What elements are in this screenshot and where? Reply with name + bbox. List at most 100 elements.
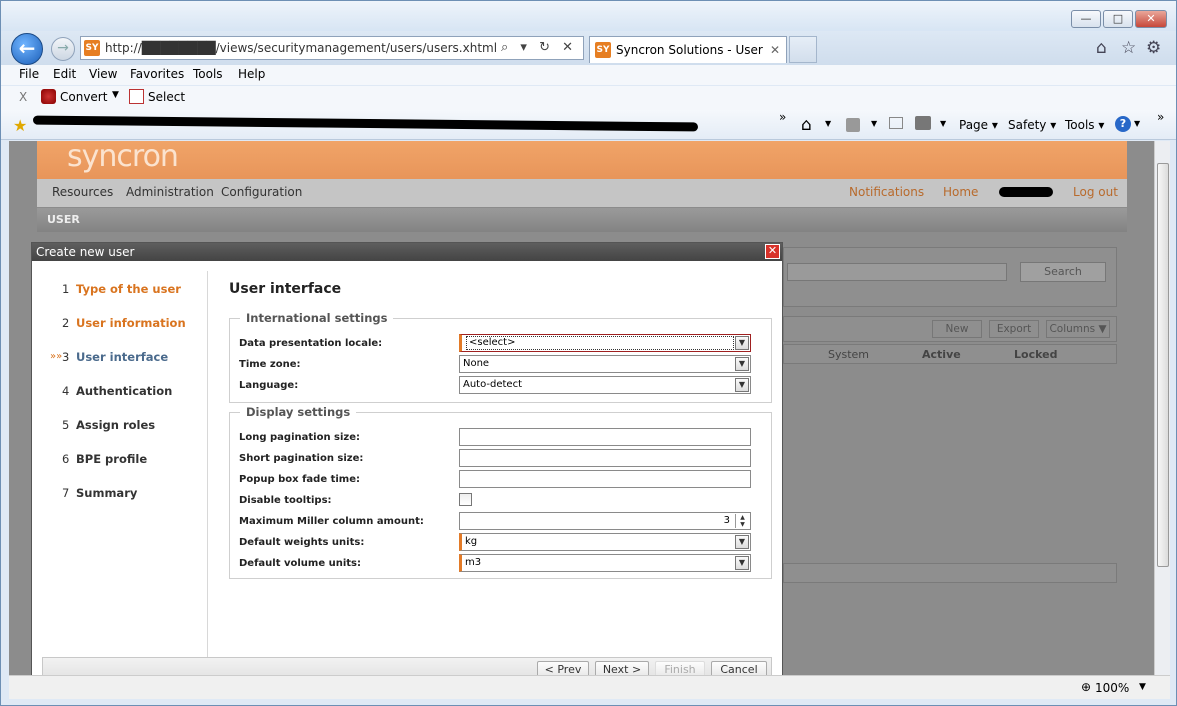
tab-close-icon[interactable]: ✕ — [770, 37, 780, 63]
chevron-icon[interactable]: » — [779, 110, 786, 124]
weight-select[interactable]: kg ▼ — [459, 533, 751, 551]
help-icon[interactable]: ? — [1115, 116, 1131, 132]
language-value: Auto-detect — [463, 379, 523, 390]
columns-button[interactable]: Columns ▼ — [1046, 320, 1110, 338]
home-toolbar-icon[interactable]: ⌂ — [801, 115, 812, 135]
mail-icon[interactable] — [889, 117, 903, 129]
menu-tools[interactable]: Tools — [193, 67, 223, 81]
menu-view[interactable]: View — [89, 67, 117, 81]
long-pagination-input[interactable] — [459, 428, 751, 446]
fade-time-row: Popup box fade time: — [230, 470, 771, 490]
address-bar[interactable]: SY http://████████/views/securitymanagem… — [80, 36, 584, 60]
safety-menu[interactable]: Safety ▾ — [1008, 118, 1056, 132]
chevron-down-icon[interactable]: ▼ — [735, 535, 749, 549]
col-locked[interactable]: Locked — [1014, 348, 1057, 361]
weight-label: Default weights units: — [239, 537, 365, 548]
nav-administration[interactable]: Administration — [126, 185, 214, 199]
print-dropdown-icon[interactable]: ▼ — [940, 119, 946, 128]
convert-dropdown-icon[interactable]: ▼ — [112, 90, 119, 100]
close-toolbar-icon[interactable]: X — [19, 90, 27, 104]
new-button[interactable]: New — [932, 320, 982, 338]
vertical-scrollbar[interactable] — [1154, 141, 1170, 675]
export-button[interactable]: Export — [989, 320, 1039, 338]
search-button[interactable]: Search — [1020, 262, 1106, 282]
forward-icon[interactable]: → — [51, 37, 75, 61]
nav-configuration[interactable]: Configuration — [221, 185, 302, 199]
search-panel: Search — [783, 247, 1117, 307]
section-title: USER — [47, 213, 80, 226]
miller-stepper[interactable]: 3 ▲ ▼ — [459, 512, 751, 530]
menu-favorites[interactable]: Favorites — [130, 67, 184, 81]
rss-icon[interactable] — [846, 118, 860, 132]
weight-row: Default weights units: kg ▼ — [230, 533, 771, 553]
volume-select[interactable]: m3 ▼ — [459, 554, 751, 572]
convert-button[interactable]: Convert — [60, 90, 107, 104]
tools-menu[interactable]: Tools ▾ — [1065, 118, 1104, 132]
help-dropdown-icon[interactable]: ▼ — [1134, 119, 1140, 128]
step-number: 7 — [62, 486, 70, 500]
chevron-right-icon[interactable]: » — [1157, 110, 1164, 124]
menu-help[interactable]: Help — [238, 67, 265, 81]
address-tools-icons[interactable]: ⌕ ▾ ↻ ✕ — [501, 37, 577, 59]
col-system[interactable]: System — [828, 348, 869, 361]
zoom-level[interactable]: 100% — [1095, 681, 1129, 695]
menu-edit[interactable]: Edit — [53, 67, 76, 81]
home-dropdown-icon[interactable]: ▼ — [825, 119, 831, 128]
zoom-icon: ⊕ — [1081, 680, 1092, 694]
nav-resources[interactable]: Resources — [52, 185, 113, 199]
tools-menu-label: Tools — [1065, 118, 1095, 132]
step-authentication[interactable]: 4 Authentication — [32, 381, 208, 401]
timezone-select[interactable]: None ▼ — [459, 355, 751, 373]
zoom-dropdown-icon[interactable]: ▼ — [1139, 682, 1146, 692]
dialog-close-icon[interactable]: ✕ — [765, 244, 780, 259]
step-assign-roles[interactable]: 5 Assign roles — [32, 415, 208, 435]
step-number: 4 — [62, 384, 70, 398]
notifications-link[interactable]: Notifications — [849, 185, 924, 199]
menu-file[interactable]: File — [19, 67, 39, 81]
disable-tooltips-checkbox[interactable] — [459, 493, 472, 506]
logout-link[interactable]: Log out — [1073, 185, 1118, 199]
step-label: Authentication — [76, 384, 173, 398]
weight-value: kg — [465, 536, 478, 547]
select-button[interactable]: Select — [148, 90, 185, 104]
step-type-of-user[interactable]: 1 Type of the user — [32, 279, 208, 299]
new-tab-button[interactable] — [789, 36, 817, 63]
long-pagination-row: Long pagination size: — [230, 428, 771, 448]
chevron-down-icon[interactable]: ▼ — [735, 357, 749, 371]
minimize-button[interactable]: — — [1071, 10, 1101, 28]
favorites-star-icon[interactable]: ☆ — [1121, 38, 1136, 58]
short-pagination-input[interactable] — [459, 449, 751, 467]
chevron-down-icon[interactable]: ▼ — [735, 556, 749, 570]
back-icon[interactable]: ← — [11, 33, 43, 65]
step-summary[interactable]: 7 Summary — [32, 483, 208, 503]
locale-select[interactable]: <select> ▼ — [459, 334, 751, 352]
step-label: User information — [76, 316, 186, 330]
gear-icon[interactable]: ⚙ — [1146, 38, 1161, 58]
step-user-interface[interactable]: »» 3 User interface — [32, 347, 208, 367]
table-toolbar: New Export Columns ▼ — [783, 316, 1117, 342]
maximize-button[interactable]: □ — [1103, 10, 1133, 28]
home-link[interactable]: Home — [943, 185, 978, 199]
favorites-bar: ★ » ⌂ ▼ ▼ ▼ Page ▾ Safety ▾ Tools ▾ ? ▼ … — [1, 110, 1176, 140]
step-user-information[interactable]: 2 User information — [32, 313, 208, 333]
col-active[interactable]: Active — [922, 348, 961, 361]
step-label: BPE profile — [76, 452, 148, 466]
step-bpe-profile[interactable]: 6 BPE profile — [32, 449, 208, 469]
fade-time-input[interactable] — [459, 470, 751, 488]
chevron-down-icon[interactable]: ▼ — [735, 336, 749, 350]
home-icon[interactable]: ⌂ — [1096, 38, 1107, 58]
language-label: Language: — [239, 380, 299, 391]
tab-syncron[interactable]: SY Syncron Solutions - User ✕ — [589, 36, 787, 63]
close-window-button[interactable]: ✕ — [1135, 10, 1167, 28]
favorites-star-add-icon[interactable]: ★ — [13, 116, 27, 135]
page-menu[interactable]: Page ▾ — [959, 118, 998, 132]
rss-dropdown-icon[interactable]: ▼ — [871, 119, 877, 128]
print-icon[interactable] — [915, 116, 931, 130]
language-select[interactable]: Auto-detect ▼ — [459, 376, 751, 394]
spinner-arrows-icon[interactable]: ▲ ▼ — [735, 514, 749, 528]
search-input[interactable] — [787, 263, 1007, 281]
timezone-label: Time zone: — [239, 359, 301, 370]
miller-value: 3 — [723, 515, 730, 526]
chevron-down-icon[interactable]: ▼ — [735, 378, 749, 392]
search-button-label: Search — [1044, 265, 1082, 278]
